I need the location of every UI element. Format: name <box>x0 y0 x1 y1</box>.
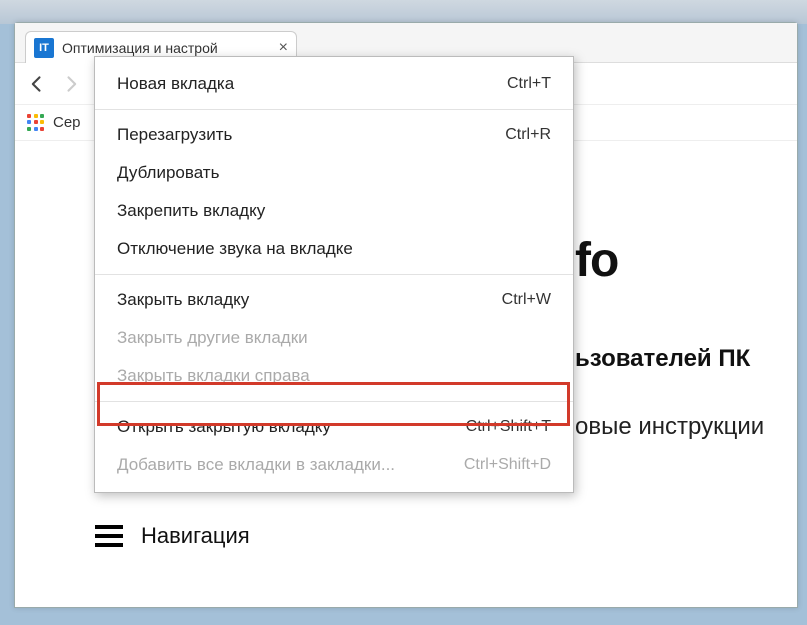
menu-item[interactable]: Новая вкладка Ctrl+T <box>95 65 573 103</box>
menu-item-label: Закрыть вкладку <box>117 290 249 310</box>
tab-title: Оптимизация и настрой <box>62 40 273 56</box>
tab-favicon: IT <box>34 38 54 58</box>
page-logo-fragment: fo <box>575 233 618 288</box>
menu-item-shortcut: Ctrl+T <box>507 75 551 93</box>
tab-context-menu: Новая вкладка Ctrl+T Перезагрузить Ctrl+R Ду… <box>94 56 574 493</box>
menu-item-label: Закрыть другие вкладки <box>117 328 308 348</box>
menu-item[interactable]: Закрепить вкладку <box>95 192 573 230</box>
back-button[interactable] <box>27 74 47 94</box>
menu-item[interactable]: Закрыть вкладку Ctrl+W <box>95 281 573 319</box>
menu-item-label: Новая вкладка <box>117 74 234 94</box>
menu-item-label: Открыть закрытую вкладку <box>117 417 331 437</box>
menu-item-shortcut: Ctrl+W <box>502 291 551 309</box>
menu-item: Закрыть другие вкладки <box>95 319 573 357</box>
menu-item[interactable]: Перезагрузить Ctrl+R <box>95 116 573 154</box>
menu-item-label: Отключение звука на вкладке <box>117 239 353 259</box>
page-heading-fragment-2: овые инструкции <box>575 413 764 441</box>
menu-separator <box>95 109 573 110</box>
window-titlebar-blur <box>0 0 807 24</box>
menu-item: Закрыть вкладки справа <box>95 357 573 395</box>
apps-icon[interactable] <box>27 114 45 132</box>
navigation-label[interactable]: Навигация <box>141 523 250 549</box>
forward-button <box>61 74 81 94</box>
bookmark-item-label[interactable]: Сер <box>53 114 81 131</box>
tab-close-icon[interactable]: × <box>279 39 288 57</box>
menu-item-shortcut: Ctrl+Shift+T <box>466 418 551 436</box>
menu-item-label: Дублировать <box>117 163 219 183</box>
menu-item[interactable]: Открыть закрытую вкладку Ctrl+Shift+T <box>95 408 573 446</box>
menu-item: Добавить все вкладки в закладки... Ctrl+S… <box>95 446 573 484</box>
menu-item-label: Перезагрузить <box>117 125 232 145</box>
menu-item-label: Добавить все вкладки в закладки... <box>117 455 395 475</box>
menu-item-label: Закрепить вкладку <box>117 201 265 221</box>
menu-item-shortcut: Ctrl+Shift+D <box>464 456 551 474</box>
hamburger-icon[interactable] <box>95 525 123 547</box>
page-heading-fragment-1: ьзователей ПК <box>575 345 750 373</box>
menu-item[interactable]: Отключение звука на вкладке <box>95 230 573 268</box>
menu-item[interactable]: Дублировать <box>95 154 573 192</box>
menu-item-label: Закрыть вкладки справа <box>117 366 310 386</box>
menu-item-shortcut: Ctrl+R <box>505 126 551 144</box>
menu-separator <box>95 401 573 402</box>
menu-separator <box>95 274 573 275</box>
page-nav-row: Навигация <box>95 523 250 549</box>
